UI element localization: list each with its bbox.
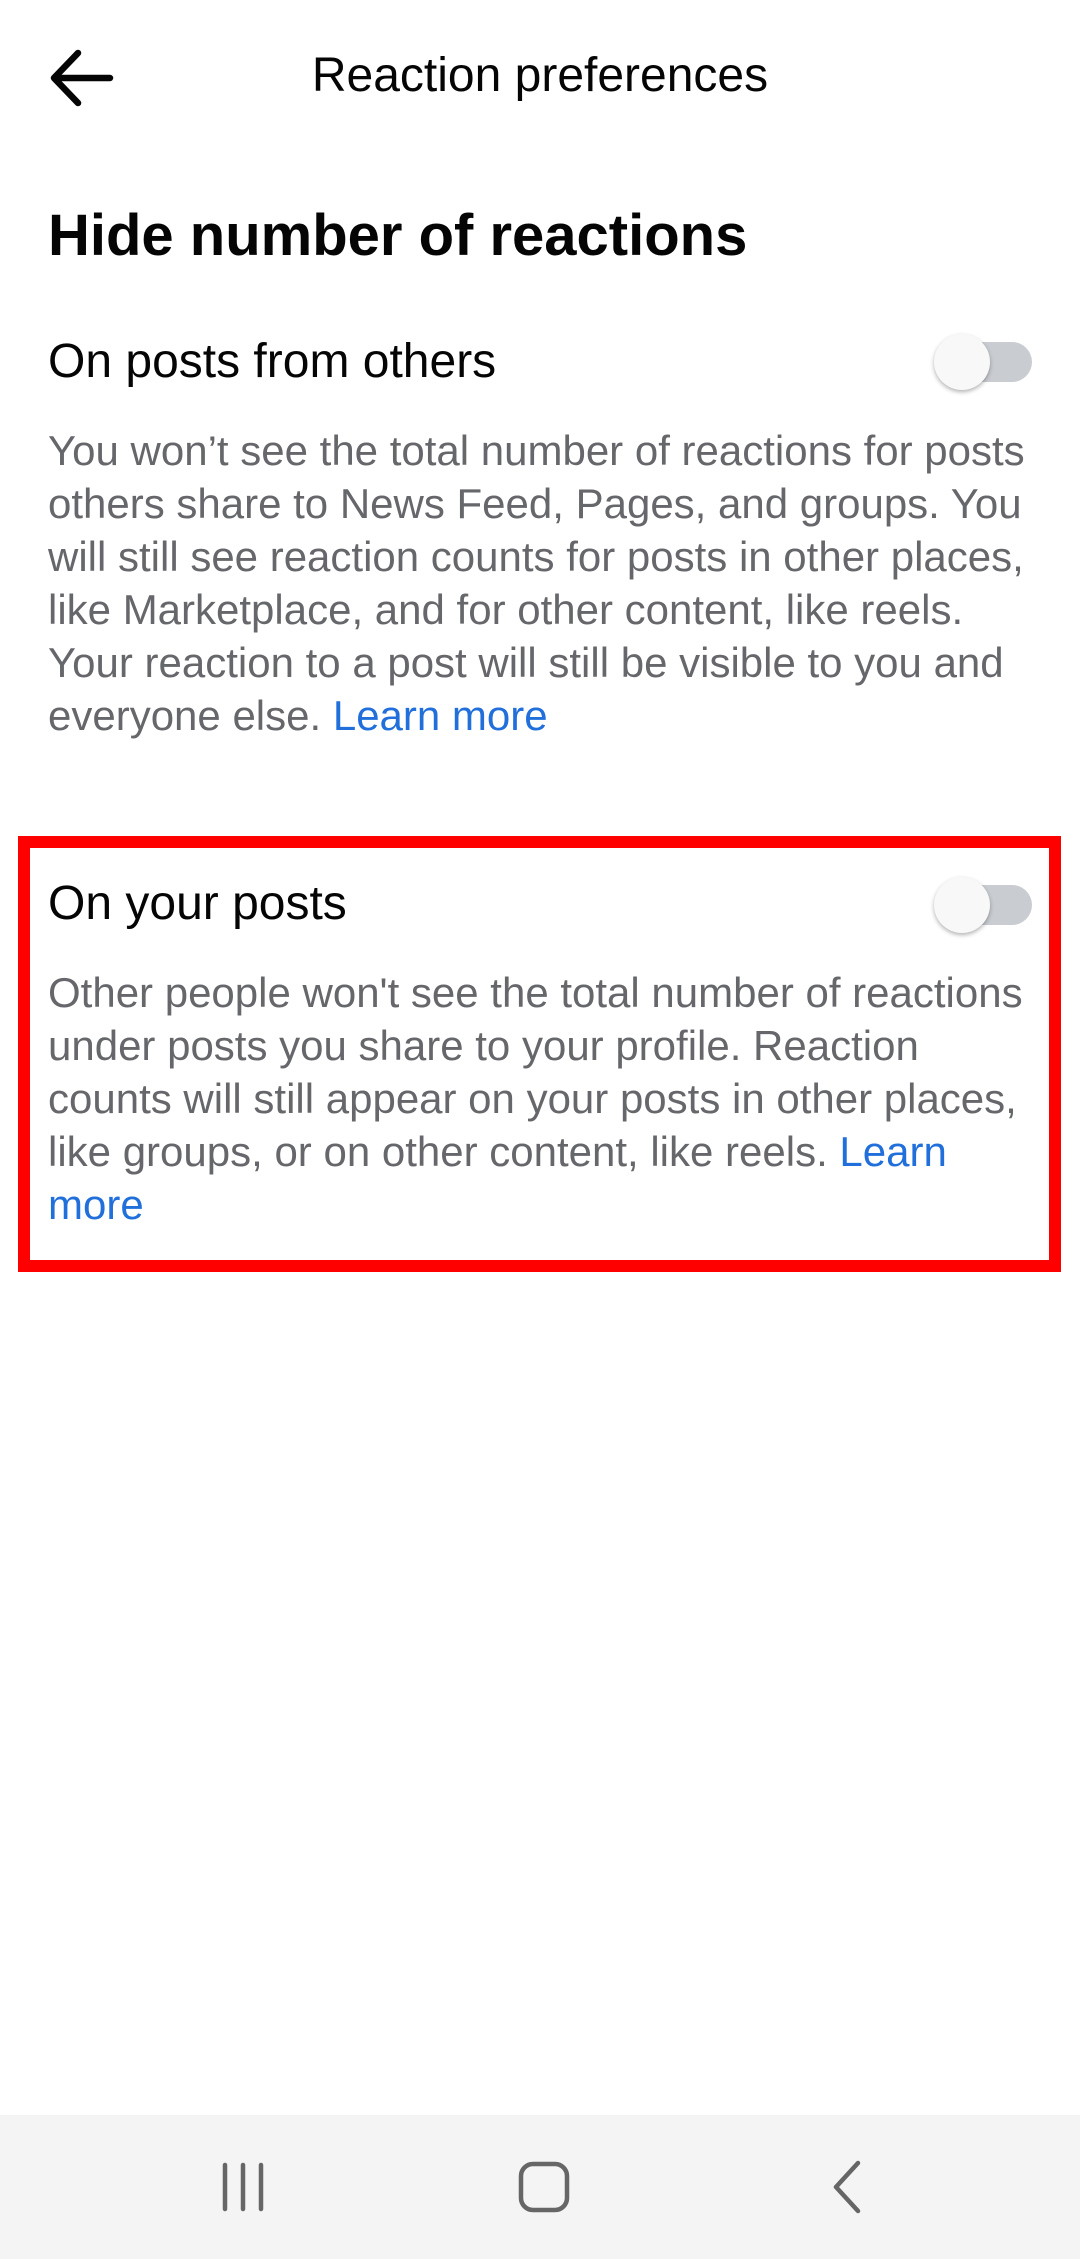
home-icon — [518, 2161, 570, 2213]
back-chevron-icon — [833, 2160, 861, 2214]
toggle-knob — [934, 877, 990, 933]
setting-description: You won’t see the total number of reacti… — [48, 424, 1038, 742]
toggle-your-posts[interactable] — [934, 877, 1032, 933]
system-nav-bar — [0, 2115, 1080, 2259]
setting-title: On your posts — [48, 877, 347, 930]
recents-icon — [222, 2162, 264, 2212]
toggle-posts-from-others[interactable] — [934, 334, 1032, 390]
setting-posts-from-others: On posts from others You won’t see the t… — [48, 332, 1032, 742]
recents-button[interactable] — [193, 2145, 293, 2229]
app-screen: Reaction preferences Hide number of reac… — [0, 0, 1080, 2259]
setting-description: Other people won't see the total number … — [48, 966, 1038, 1231]
setting-your-posts: On your posts Other people won't see the… — [48, 874, 1032, 1231]
home-button[interactable] — [494, 2145, 594, 2229]
toggle-knob — [934, 334, 990, 390]
page-title: Reaction preferences — [311, 49, 769, 102]
section-title: Hide number of reactions — [48, 203, 748, 268]
learn-more-link[interactable]: Learn more — [333, 692, 548, 739]
setting-title: On posts from others — [48, 335, 497, 388]
system-back-button[interactable] — [800, 2145, 900, 2229]
top-app-bar: Reaction preferences — [0, 0, 1080, 156]
